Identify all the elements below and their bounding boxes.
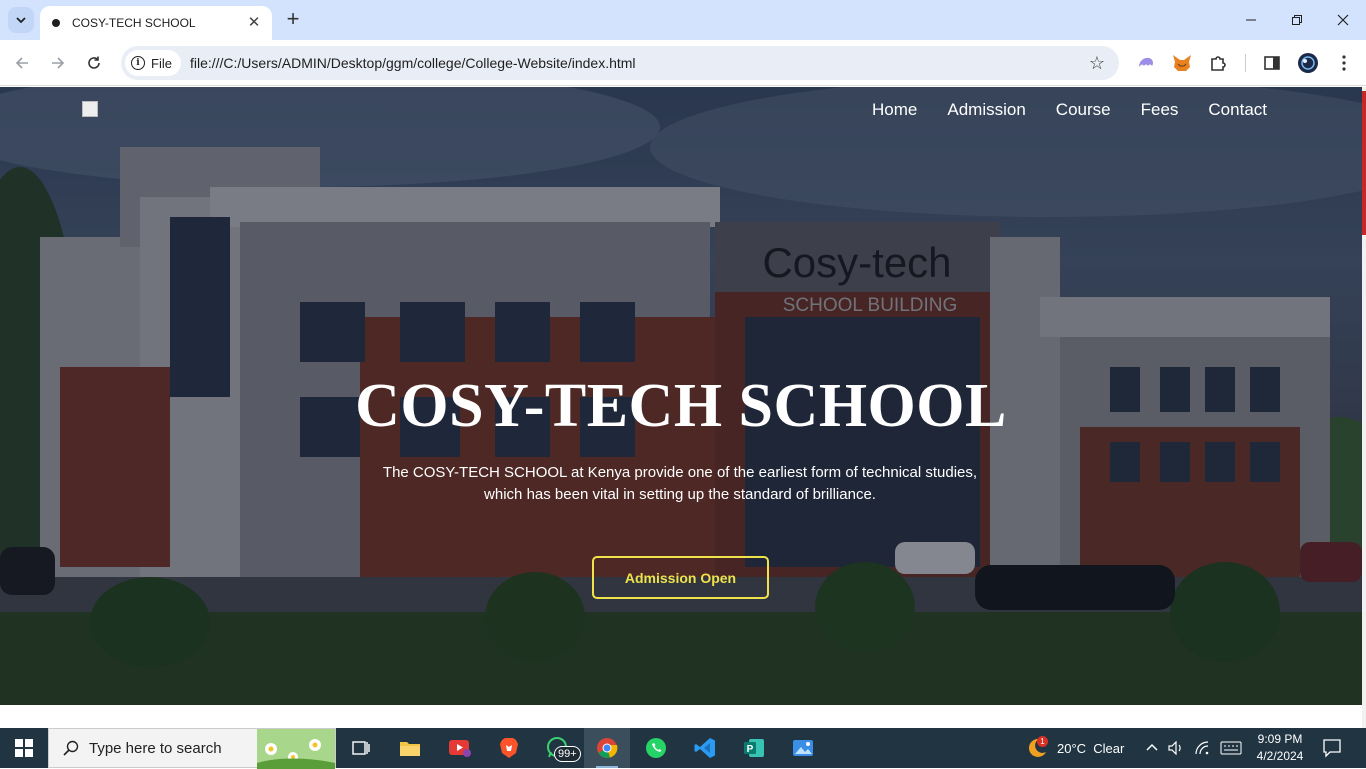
task-view-button[interactable] <box>338 728 384 768</box>
notification-center-button[interactable] <box>1322 738 1342 763</box>
search-placeholder: Type here to search <box>89 739 222 757</box>
windows-taskbar: Type here to search 99+ P 1 20°C Clear 9… <box>0 728 1366 769</box>
metamask-extension-icon[interactable] <box>1171 52 1193 74</box>
tab-title: COSY-TECH SCHOOL <box>72 16 196 30</box>
photos-icon <box>793 740 813 756</box>
hero-description: The COSY-TECH SCHOOL at Kenya provide on… <box>360 462 1000 506</box>
search-highlight-flowers-icon <box>257 729 335 769</box>
restore-button[interactable] <box>1274 0 1320 40</box>
new-tab-button[interactable]: + <box>283 8 303 30</box>
nav-contact-link[interactable]: Contact <box>1208 100 1267 120</box>
extension-icon[interactable] <box>1135 52 1157 74</box>
chevron-up-icon[interactable] <box>1146 742 1158 754</box>
brave-browser-taskbar-button[interactable] <box>486 728 532 768</box>
tab-close-icon[interactable]: ✕ <box>246 15 262 31</box>
minimize-icon <box>1246 19 1256 21</box>
svg-text:P: P <box>747 744 754 755</box>
volume-icon[interactable] <box>1168 741 1184 755</box>
photos-taskbar-button[interactable] <box>780 728 826 768</box>
reload-button[interactable] <box>82 51 106 75</box>
windows-logo-icon <box>15 739 33 757</box>
start-button[interactable] <box>0 728 48 768</box>
taskbar-clock[interactable]: 9:09 PM 4/2/2024 <box>1248 731 1312 765</box>
page-viewport: Cosy-tech SCHOOL BUILDING Home Admission… <box>0 87 1362 728</box>
side-panel-icon <box>1264 56 1280 70</box>
arrow-left-icon <box>15 57 28 69</box>
nav-admission-link[interactable]: Admission <box>947 100 1025 120</box>
bookmark-star-icon[interactable]: ☆ <box>1089 53 1105 74</box>
site-chip-label: File <box>151 55 172 71</box>
whatsapp-desktop-taskbar-button[interactable] <box>633 728 679 768</box>
clock-date: 4/2/2024 <box>1256 749 1304 763</box>
address-bar[interactable]: i File file:///C:/Users/ADMIN/Desktop/gg… <box>121 46 1119 80</box>
extensions-button[interactable] <box>1207 52 1229 74</box>
minimize-button[interactable] <box>1228 0 1274 40</box>
whatsapp-taskbar-button[interactable]: 99+ <box>535 728 581 768</box>
media-app-taskbar-button[interactable] <box>437 728 483 768</box>
hero-description-line-2: which has been vital in setting up the s… <box>484 486 876 503</box>
chrome-icon <box>597 738 618 758</box>
admission-open-button[interactable]: Admission Open <box>592 556 769 599</box>
weather-widget[interactable]: 1 20°C Clear <box>1024 728 1124 768</box>
info-icon: i <box>131 56 145 70</box>
publisher-taskbar-button[interactable]: P <box>731 728 777 768</box>
forward-button[interactable] <box>46 51 70 75</box>
publisher-icon: P <box>744 739 764 757</box>
more-vert-icon <box>1342 55 1346 71</box>
browser-toolbar: i File file:///C:/Users/ADMIN/Desktop/gg… <box>0 40 1366 86</box>
restore-icon <box>1292 15 1302 25</box>
side-panel-button[interactable] <box>1261 52 1283 74</box>
toolbar-divider <box>1245 54 1246 72</box>
profile-avatar[interactable] <box>1297 52 1319 74</box>
nav-fees-link[interactable]: Fees <box>1141 100 1179 120</box>
tab-search-button[interactable] <box>8 7 34 33</box>
whatsapp-icon <box>646 738 666 758</box>
puzzle-icon <box>1211 56 1226 71</box>
weather-alert-badge: 1 <box>1037 736 1048 747</box>
tab-favicon-icon <box>52 19 60 27</box>
avatar-icon <box>1298 53 1318 73</box>
chevron-down-icon <box>16 17 26 24</box>
arrow-right-icon <box>52 57 65 69</box>
school-logo[interactable] <box>82 101 98 117</box>
active-tab[interactable]: COSY-TECH SCHOOL ✕ <box>40 6 272 40</box>
task-view-icon <box>352 741 370 755</box>
folder-icon <box>400 742 420 756</box>
nav-home-link[interactable]: Home <box>872 100 917 120</box>
media-play-icon <box>449 740 471 757</box>
nav-course-link[interactable]: Course <box>1056 100 1111 120</box>
clock-time: 9:09 PM <box>1257 732 1303 746</box>
notification-icon <box>1323 739 1341 758</box>
wifi-icon[interactable] <box>1194 741 1210 755</box>
menu-button[interactable] <box>1333 52 1355 74</box>
chrome-taskbar-button[interactable] <box>584 728 630 768</box>
whatsapp-unread-badge: 99+ <box>554 746 581 762</box>
keyboard-icon[interactable] <box>1220 741 1242 755</box>
url-text[interactable]: file:///C:/Users/ADMIN/Desktop/ggm/colle… <box>190 55 1089 71</box>
file-explorer-taskbar-button[interactable] <box>387 728 433 768</box>
hero-title: COSY-TECH SCHOOL <box>355 372 1007 440</box>
scrollbar-thumb[interactable] <box>1362 91 1366 235</box>
weather-text: 20°C Clear <box>1057 740 1125 756</box>
close-window-button[interactable] <box>1320 0 1366 40</box>
system-tray <box>1146 728 1242 768</box>
hero-description-line-1: The COSY-TECH SCHOOL at Kenya provide on… <box>382 464 978 481</box>
back-button[interactable] <box>10 51 34 75</box>
vscode-taskbar-button[interactable] <box>682 728 728 768</box>
page-scrollbar[interactable] <box>1362 87 1366 728</box>
brave-lion-icon <box>500 738 518 758</box>
search-icon <box>63 740 79 756</box>
vscode-icon <box>694 738 715 758</box>
main-nav: Home Admission Course Fees Contact <box>872 100 1267 120</box>
close-icon <box>1337 14 1349 26</box>
hero-section: Cosy-tech SCHOOL BUILDING Home Admission… <box>0 87 1362 705</box>
site-info-chip[interactable]: i File <box>125 50 181 76</box>
reload-icon <box>88 56 100 69</box>
extension-blob-icon <box>1139 57 1153 67</box>
fox-icon <box>1173 55 1191 71</box>
taskbar-search-box[interactable]: Type here to search <box>48 728 336 769</box>
browser-tab-bar: COSY-TECH SCHOOL ✕ + <box>0 0 1366 40</box>
